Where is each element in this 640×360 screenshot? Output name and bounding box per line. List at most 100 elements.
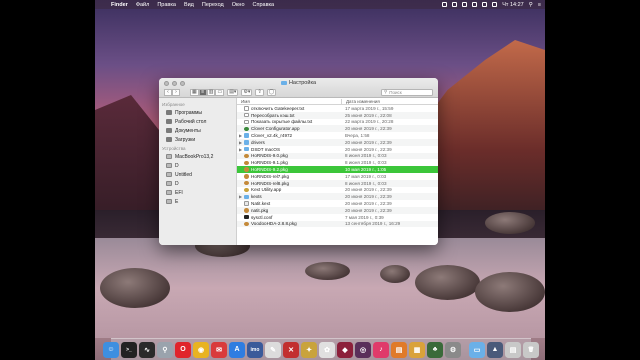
sidebar-item-untitled[interactable]: Untitled — [159, 170, 236, 179]
file-row[interactable]: HoRNDIS-rel7.pkg 17 мая 2019 г., 0:03 — [237, 173, 438, 180]
disclosure-triangle-icon[interactable]: ▶ — [239, 194, 242, 199]
file-row[interactable]: Показать скрытые файлы.txt 22 марта 2019 … — [237, 119, 438, 126]
pkg-file-icon — [244, 208, 249, 213]
file-row[interactable]: Clover Configurator.app 20 июня 2019 г., … — [237, 125, 438, 133]
group-button[interactable]: ▤▾ — [227, 88, 239, 96]
folder-stack-icon[interactable]: ▭ — [469, 341, 485, 358]
file-name: Clover Configurator.app — [251, 126, 300, 132]
display-icon[interactable] — [452, 2, 458, 7]
books-icon[interactable]: ▤ — [391, 341, 407, 358]
window-toolbar: ‹ › ▦ ≡ ▥ ▭ ▤▾ ⚙▾ ⇧ ◯ ⚲ Поиск — [164, 88, 433, 96]
terminal-icon[interactable]: >_ — [121, 341, 137, 358]
pkg-file-icon — [244, 167, 249, 172]
file-row[interactable]: HoRNDIS-9.0.pkg 8 июня 2019 г., 0:03 — [237, 152, 438, 160]
sidebar-item-efi[interactable]: EFI — [159, 188, 236, 197]
column-date-header[interactable]: Дата изменения — [341, 98, 438, 104]
imo-icon[interactable]: imo — [247, 341, 263, 358]
battery-icon[interactable] — [492, 2, 498, 7]
file-row[interactable]: VoodooHDA-2.8.8.pkg 13 сентября 2019 г., … — [237, 220, 438, 228]
file-date: 8 июня 2019 г., 0:03 — [345, 180, 387, 186]
sidebar-item-disk-e[interactable]: E — [159, 197, 236, 206]
clover-config-icon[interactable]: ♣ — [427, 341, 443, 358]
menu-clock[interactable]: Чт 14:27 — [502, 2, 523, 8]
file-row[interactable]: ▶ DSDT macOS 20 июня 2019 г., 22:39 — [237, 146, 438, 153]
file-row[interactable]: Natit.kext 20 июня 2019 г., 22:39 — [237, 200, 438, 207]
file-row[interactable]: ▶ Clover_v2.4k_r4972 Вчера, 1:58 — [237, 132, 438, 139]
preview-icon[interactable]: ✎ — [265, 341, 281, 358]
file-row[interactable]: sysctl.conf 7 мая 2019 г., 0:39 — [237, 214, 438, 221]
forward-button[interactable]: › — [172, 88, 180, 96]
wifi-icon[interactable] — [472, 2, 478, 7]
file-row[interactable]: natit.pkg 20 июня 2019 г., 22:39 — [237, 206, 438, 214]
mail-icon[interactable]: ✉ — [211, 341, 227, 358]
gallery-view-button[interactable]: ▭ — [215, 88, 225, 96]
file-name: sysctl.conf — [251, 214, 273, 220]
file-name: Kext Utility.app — [251, 187, 282, 193]
documents-stack-icon[interactable]: ▤ — [505, 341, 521, 358]
file-row[interactable]: HoRNDIS-rel8.pkg 8 июня 2019 г., 0:03 — [237, 179, 438, 187]
column-name-header[interactable]: Имя — [237, 99, 341, 104]
share-icon[interactable]: ⇧ — [255, 88, 264, 96]
sidebar-item-disk-d[interactable]: D — [159, 161, 236, 170]
downloads-stack-icon[interactable]: ▲ — [487, 341, 503, 358]
music-icon[interactable]: ♪ — [373, 341, 389, 358]
window-titlebar[interactable]: Настройка ‹ › ▦ ≡ ▥ ▭ ▤▾ ⚙▾ ⇧ ◯ ⚲ Поиск — [159, 78, 438, 98]
utility-icon[interactable]: ✦ — [301, 341, 317, 358]
menu-edit[interactable]: Правка — [157, 2, 176, 8]
menu-window[interactable]: Окно — [232, 2, 245, 8]
activity-monitor-icon[interactable]: ∿ — [139, 341, 155, 358]
file-row[interactable]: ▶ kexts 20 июня 2019 г., 22:39 — [237, 193, 438, 201]
file-row[interactable]: Kext Utility.app 20 июня 2019 г., 22:39 — [237, 187, 438, 194]
chrome-icon[interactable]: ◉ — [193, 341, 209, 358]
icon-view-button[interactable]: ▦ — [190, 88, 199, 96]
archive-icon[interactable]: ▦ — [409, 341, 425, 358]
txt-file-icon — [244, 119, 249, 125]
bluetooth-icon[interactable] — [462, 2, 468, 7]
list-view-button[interactable]: ≡ — [198, 88, 207, 96]
sidebar-item-documents[interactable]: Документы — [159, 126, 236, 135]
file-name-cell: Clover Configurator.app — [237, 126, 341, 131]
file-row[interactable]: отключить Gatekeeper.txt 17 марта 2019 г.… — [237, 105, 438, 112]
menu-help[interactable]: Справка — [253, 2, 275, 8]
disclosure-triangle-icon[interactable]: ▶ — [239, 147, 242, 152]
launchpad-icon[interactable]: ⚲ — [157, 341, 173, 358]
menu-go[interactable]: Переход — [202, 2, 224, 8]
screen-record-icon[interactable] — [442, 2, 448, 7]
file-row[interactable]: HoRNDIS-9.1.pkg 8 июня 2019 г., 0:03 — [237, 159, 438, 166]
action-gear-icon[interactable]: ⚙▾ — [241, 88, 253, 96]
menu-view[interactable]: Вид — [184, 2, 194, 8]
disclosure-triangle-icon[interactable]: ▶ — [239, 140, 242, 145]
network-icon[interactable]: ◎ — [355, 341, 371, 358]
spotlight-icon[interactable]: ⚲ — [529, 2, 533, 8]
notification-center-icon[interactable]: ≡ — [538, 2, 541, 8]
volume-icon[interactable] — [482, 2, 488, 7]
graphics-icon[interactable]: ◆ — [337, 341, 353, 358]
disclosure-triangle-icon[interactable]: ▶ — [239, 133, 242, 138]
menu-file[interactable]: Файл — [136, 2, 150, 8]
app-store-icon[interactable]: A — [229, 341, 245, 358]
opera-icon[interactable]: O — [175, 341, 191, 358]
sidebar-item-downloads[interactable]: Загрузки — [159, 135, 236, 144]
tag-icon[interactable]: ◯ — [266, 88, 277, 96]
finder-icon[interactable]: ☺ — [103, 341, 119, 358]
sidebar-item-applications[interactable]: Программы — [159, 108, 236, 117]
trash-icon[interactable]: 🗑 — [523, 341, 539, 358]
menu-app-name[interactable]: Finder — [111, 2, 128, 8]
file-date: 20 июня 2019 г., 22:39 — [345, 139, 392, 145]
folder-file-icon — [244, 133, 249, 138]
column-view-button[interactable]: ▥ — [206, 88, 216, 96]
file-row[interactable]: Пересобрать кэш.txt 25 июня 2019 г., 22:0… — [237, 111, 438, 119]
search-input[interactable]: ⚲ Поиск — [381, 88, 433, 96]
back-button[interactable]: ‹ — [164, 88, 172, 96]
sidebar-item-desktop[interactable]: Рабочий стол — [159, 117, 236, 126]
file-row[interactable]: HoRNDIS-9.2.pkg 10 мая 2019 г., 1:05 — [237, 166, 438, 173]
sidebar-item-macbook[interactable]: MacBookPro13,2 — [159, 152, 236, 161]
file-date: 7 мая 2019 г., 0:39 — [345, 214, 384, 220]
sidebar-item-disk-d2[interactable]: D — [159, 179, 236, 188]
file-date: 20 июня 2019 г., 22:39 — [345, 146, 392, 152]
photo-booth-icon[interactable]: ✕ — [283, 341, 299, 358]
system-preferences-icon[interactable]: ⚙ — [445, 341, 461, 358]
photos-icon[interactable]: ✿ — [319, 341, 335, 358]
file-row[interactable]: ▶ drivers 20 июня 2019 г., 22:39 — [237, 138, 438, 146]
file-date: 20 июня 2019 г., 22:39 — [345, 187, 392, 193]
